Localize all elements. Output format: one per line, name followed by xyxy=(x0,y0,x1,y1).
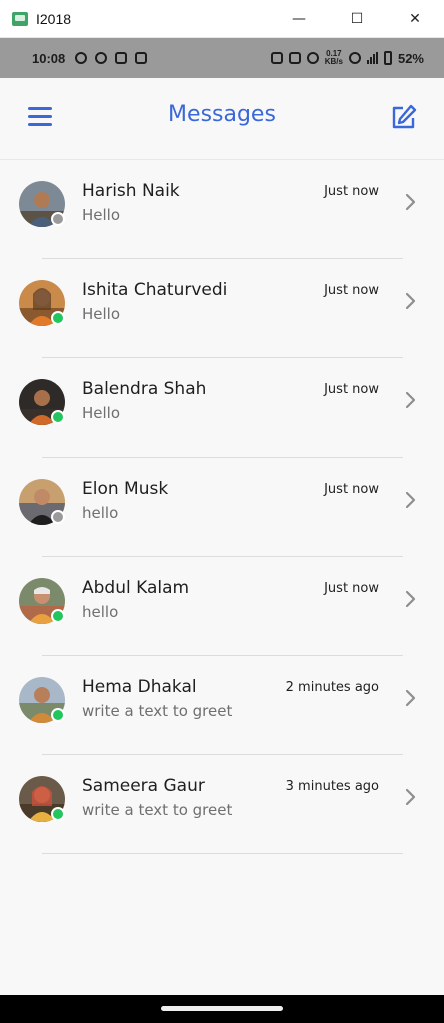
contact-name: Sameera Gaur xyxy=(82,776,205,797)
chevron-right-icon xyxy=(405,392,416,409)
chevron-right-icon xyxy=(405,193,416,211)
network-speed: 0.17 KB/s xyxy=(325,50,343,66)
maximize-button[interactable]: ☐ xyxy=(328,0,386,38)
message-time: Just now xyxy=(324,184,379,199)
message-row[interactable]: Harish Naik Hello Just now xyxy=(0,160,444,260)
offline-status-dot xyxy=(51,212,65,226)
message-preview: hello xyxy=(82,602,119,621)
message-preview: Hello xyxy=(82,206,121,224)
online-status-dot xyxy=(51,311,65,326)
call-icon xyxy=(306,52,319,64)
online-status-dot xyxy=(51,707,65,722)
message-row[interactable]: Sameera Gaur write a text to greet 3 min… xyxy=(0,755,444,855)
chevron-right-icon xyxy=(405,491,416,508)
row-divider xyxy=(42,853,403,855)
message-row[interactable]: Hema Dhakal write a text to greet 2 minu… xyxy=(0,656,444,756)
page-title: Messages xyxy=(168,102,276,127)
chevron-right-icon xyxy=(405,293,416,310)
app-window-icon xyxy=(12,11,28,26)
contact-name: Hema Dhakal xyxy=(82,676,197,697)
arrow-notification-icon xyxy=(115,52,128,64)
message-time: Just now xyxy=(324,580,379,596)
message-preview: write a text to greet xyxy=(82,701,233,720)
contact-name: Abdul Kalam xyxy=(82,577,190,598)
avatar-wrapper xyxy=(19,676,65,723)
close-button[interactable]: ✕ xyxy=(386,0,444,38)
status-bar: 10:08 0.17 KB/s 52% xyxy=(0,38,444,78)
chevron-right-icon xyxy=(405,590,416,607)
message-row[interactable]: Elon Musk hello Just now xyxy=(0,458,444,557)
online-status-dot xyxy=(51,608,65,623)
settings-notification-icon xyxy=(95,52,108,64)
window-title: I2018 xyxy=(36,10,72,27)
message-row[interactable]: Ishita Chaturvedi Hello Just now xyxy=(0,259,444,359)
message-time: 3 minutes ago xyxy=(285,779,379,795)
message-preview: Hello xyxy=(82,305,121,324)
online-status-dot xyxy=(51,807,65,822)
app-header: Messages xyxy=(0,78,444,160)
avatar-wrapper xyxy=(19,280,65,327)
chevron-right-icon xyxy=(405,689,416,707)
contact-name: Harish Naik xyxy=(82,181,180,201)
battery-percent: 52% xyxy=(397,50,424,66)
signal-icon xyxy=(366,52,378,64)
avatar-wrapper xyxy=(19,478,65,525)
avatar-wrapper xyxy=(19,379,65,426)
gesture-nav-bar xyxy=(0,995,444,1023)
message-row[interactable]: Balendra Shah Hello Just now xyxy=(0,358,444,458)
system-icons: 0.17 KB/s 52% xyxy=(270,50,424,66)
offline-status-dot xyxy=(51,509,65,524)
home-gesture-handle[interactable] xyxy=(161,1006,283,1011)
message-preview: write a text to greet xyxy=(82,801,233,820)
message-row[interactable]: Abdul Kalam hello Just now xyxy=(0,557,444,656)
message-time: Just now xyxy=(324,283,379,299)
avatar-wrapper xyxy=(19,776,65,823)
window-title-bar: I2018 — ☐ ✕ xyxy=(0,0,444,38)
avatar-wrapper xyxy=(19,181,65,227)
message-list: Harish Naik Hello Just now Ishita Chatur… xyxy=(0,160,444,855)
volte-icon xyxy=(288,52,301,64)
message-time: Just now xyxy=(324,481,379,497)
avatar-wrapper xyxy=(19,577,65,624)
contact-name: Balendra Shah xyxy=(82,379,207,400)
battery-icon xyxy=(383,51,392,65)
contact-name: Elon Musk xyxy=(82,478,169,499)
window-controls: — ☐ ✕ xyxy=(270,0,444,38)
wifi-icon xyxy=(348,52,361,64)
screen-notification-icon xyxy=(135,52,148,64)
compose-icon[interactable] xyxy=(390,103,418,131)
message-preview: Hello xyxy=(82,404,121,423)
chevron-right-icon xyxy=(405,789,416,806)
notification-icons xyxy=(75,52,148,64)
contact-name: Ishita Chaturvedi xyxy=(82,280,228,301)
vibrate-icon xyxy=(270,52,283,64)
message-time: Just now xyxy=(324,382,379,398)
message-time: 2 minutes ago xyxy=(285,679,379,695)
message-preview: hello xyxy=(82,503,119,522)
status-time: 10:08 xyxy=(32,50,66,66)
online-status-dot xyxy=(51,410,65,425)
minimize-button[interactable]: — xyxy=(270,0,328,38)
chat-notification-icon xyxy=(75,52,88,64)
network-speed-unit: KB/s xyxy=(324,57,343,66)
